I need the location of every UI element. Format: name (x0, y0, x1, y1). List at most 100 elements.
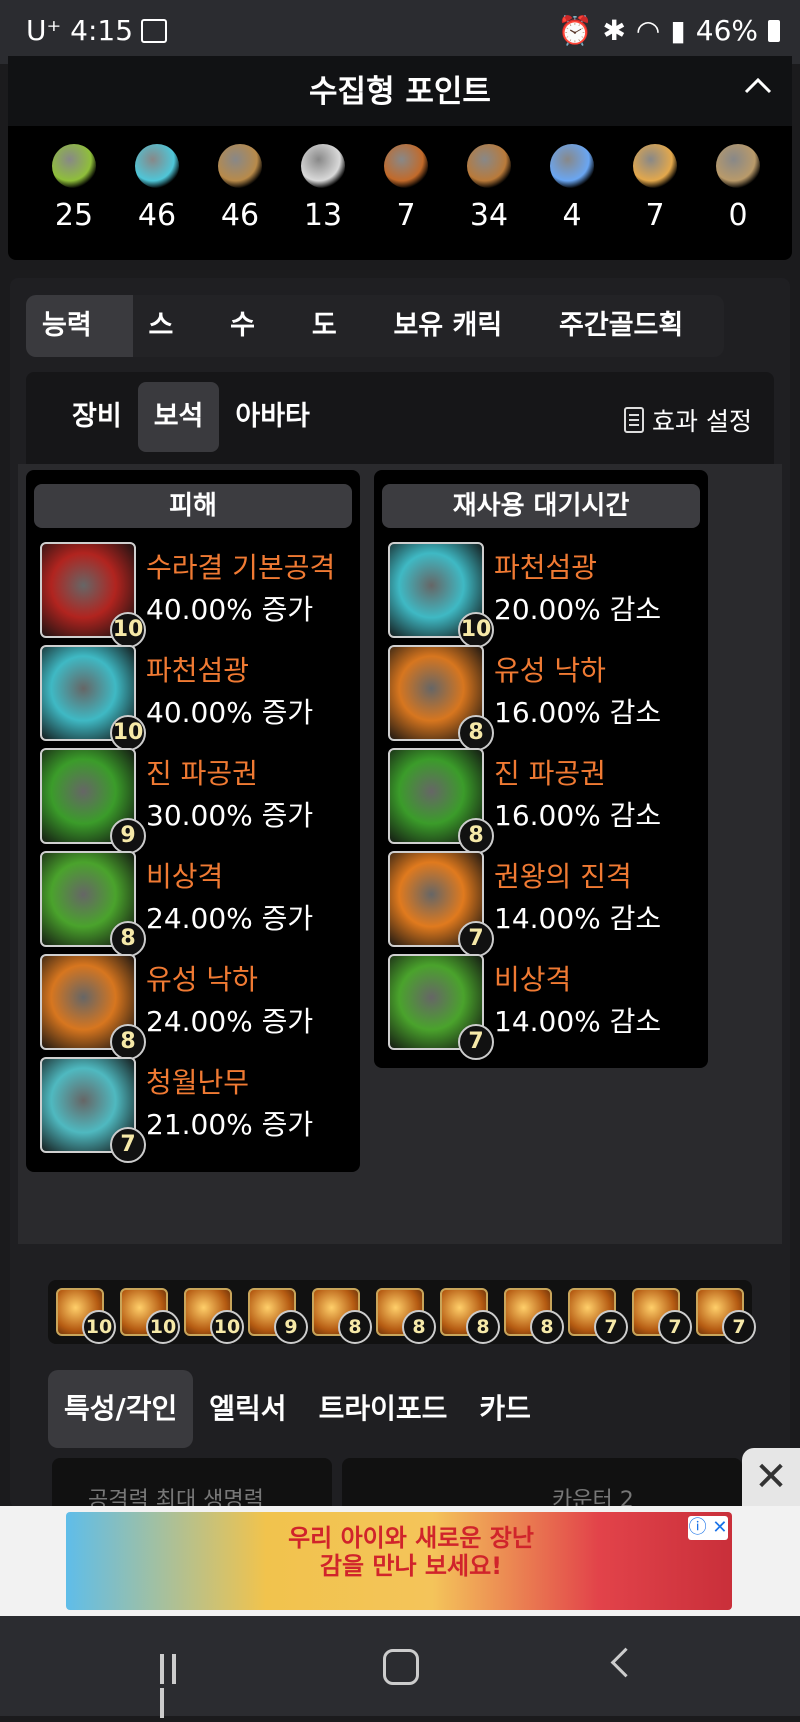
skill-name: 비상격 (146, 860, 224, 893)
status-right: ⏰ ✱ ◠ ▮ 46% (558, 14, 780, 47)
tab-tripod[interactable]: 트라이포드 (303, 1370, 464, 1448)
gem-level-badge: 9 (110, 818, 146, 854)
collectible-item[interactable]: 13 (283, 144, 363, 233)
gem-row[interactable]: 7 비상격 14.00% 감소 (388, 954, 728, 1060)
gem-row[interactable]: 7 권왕의 진격 14.00% 감소 (388, 851, 728, 957)
gem-level-badge: 10 (210, 1310, 244, 1344)
collectible-count: 0 (728, 198, 748, 233)
gem-level-badge: 10 (110, 612, 146, 648)
collect-header[interactable]: 수집형 포인트 (8, 56, 792, 126)
gem-thumbnail[interactable]: 7 (696, 1288, 756, 1344)
tab-avatar[interactable]: 아바타 (219, 382, 326, 452)
gem-effect-value: 14.00% 감소 (494, 1005, 662, 1038)
skill-name: 청월난무 (146, 1066, 250, 1099)
bottom-tabs: 특성/각인 엘릭서 트라이포드 카드 (48, 1370, 547, 1448)
gem-level-badge: 10 (146, 1310, 180, 1344)
skill-gem-icon: 7 (388, 851, 494, 957)
gem-effect-value: 14.00% 감소 (494, 902, 662, 935)
gem-row[interactable]: 8 비상격 24.00% 증가 (40, 851, 380, 957)
gem-level-badge: 7 (594, 1310, 628, 1344)
collectible-item[interactable]: 7 (366, 144, 446, 233)
tab-skill[interactable]: 스킬 (133, 295, 215, 403)
tab-characters[interactable]: 보유 캐릭터 (377, 295, 543, 403)
ad-banner[interactable]: 우리 아이와 새로운 장난감을 만나 보세요! ⓘ ✕ (0, 1506, 800, 1616)
carrier-time: U⁺ 4:15 (26, 14, 134, 47)
gem-row[interactable]: 8진 파공권 16.00% 감소 (388, 748, 728, 854)
collectible-item[interactable]: 46 (117, 144, 197, 233)
gem-effect-value: 30.00% 증가 (146, 799, 314, 832)
gem-thumbnail[interactable]: 10 (120, 1288, 180, 1344)
gem-row[interactable]: 8 유성 낙하 24.00% 증가 (40, 954, 380, 1060)
collectible-item[interactable]: 46 (200, 144, 280, 233)
tab-elixir[interactable]: 엘릭서 (193, 1370, 302, 1448)
tab-equipment[interactable]: 장비 (56, 382, 138, 452)
ad-text: 우리 아이와 새로운 장난감을 만나 보세요! (288, 1524, 534, 1580)
effect-setting-label: 효과 설정 (652, 407, 752, 436)
gem-thumbnail[interactable]: 7 (568, 1288, 628, 1344)
telescope-icon (467, 144, 511, 188)
gem-thumbnail[interactable]: 8 (440, 1288, 500, 1344)
skill-gem-icon: 10 (388, 542, 494, 648)
gem-thumbnail[interactable]: 8 (376, 1288, 436, 1344)
gem-level-badge: 7 (658, 1310, 692, 1344)
ad-info-close-icon[interactable]: ⓘ ✕ (688, 1516, 728, 1540)
gem-row[interactable]: 10 파천섬광 20.00% 감소 (388, 542, 728, 648)
gem-level-badge: 8 (402, 1310, 436, 1344)
recent-apps-icon[interactable] (160, 1654, 192, 1718)
gem-level-badge: 7 (458, 921, 494, 957)
home-icon[interactable] (383, 1649, 419, 1685)
gem-area: 피해 10 수라결 기본공격 40.00% 증가 10 파천섬광 40.00% 증가 9 진 … (18, 464, 782, 1244)
collectible-count: 7 (396, 198, 416, 233)
gem-thumbnail[interactable]: 10 (184, 1288, 244, 1344)
collectible-item[interactable]: 25 (34, 144, 114, 233)
collectible-item[interactable]: 0 (698, 144, 778, 233)
signal-icon: ▮ (670, 14, 686, 47)
image-icon (141, 18, 168, 43)
chevron-up-icon[interactable] (738, 66, 778, 106)
ad-image[interactable]: 우리 아이와 새로운 장난감을 만나 보세요! ⓘ ✕ (66, 1512, 732, 1610)
tab-engraving[interactable]: 특성/각인 (48, 1370, 194, 1448)
back-icon[interactable] (610, 1647, 641, 1678)
gem-thumbnail[interactable]: 8 (312, 1288, 372, 1344)
gem-row[interactable]: 8 유성 낙하 16.00% 감소 (388, 645, 728, 751)
bottom-cards: 공격력 최대 생명력 카운터 2 (52, 1458, 742, 1518)
tab-weekly-gold[interactable]: 주간골드획득 (543, 295, 724, 403)
gem-row[interactable]: 10 수라결 기본공격 40.00% 증가 (40, 542, 380, 648)
tab-card[interactable]: 카드 (463, 1370, 547, 1448)
collectible-count: 25 (54, 198, 94, 233)
gem-thumbnail[interactable]: 9 (248, 1288, 308, 1344)
skill-name: 진 파공권 (494, 757, 606, 790)
skill-name: 진 파공권 (146, 757, 258, 790)
tab-gems[interactable]: 보석 (137, 382, 220, 452)
gem-effect-value: 40.00% 증가 (146, 593, 314, 626)
close-ad-button[interactable]: ✕ (742, 1448, 800, 1506)
collectible-item[interactable]: 4 (532, 144, 612, 233)
gem-thumbnail[interactable]: 8 (504, 1288, 564, 1344)
collectible-count: 7 (645, 198, 665, 233)
gem-strip: 10 10 10 9 8 8 8 8 7 7 7 (48, 1280, 756, 1344)
skill-gem-icon: 8 (40, 851, 146, 957)
effect-setting-button[interactable]: 효과 설정 (624, 402, 752, 438)
collectible-item[interactable]: 7 (615, 144, 695, 233)
gem-row[interactable]: 10 파천섬광 40.00% 증가 (40, 645, 380, 751)
skill-gem-icon: 8 (388, 748, 494, 854)
battery-icon (768, 19, 780, 42)
tab-stats[interactable]: 능력치 (26, 295, 133, 403)
gem-level-badge: 10 (82, 1310, 116, 1344)
gem-effect-value: 24.00% 증가 (146, 902, 314, 935)
gem-row[interactable]: 9진 파공권 30.00% 증가 (40, 748, 380, 854)
skill-name: 파천섬광 (494, 551, 598, 584)
gem-level-badge: 8 (110, 1024, 146, 1060)
collectible-count: 13 (303, 198, 343, 233)
gem-effect-value: 21.00% 증가 (146, 1108, 314, 1141)
gem-thumbnail[interactable]: 7 (632, 1288, 692, 1344)
tab-collect[interactable]: 수집 (214, 295, 296, 403)
collectible-item[interactable]: 34 (449, 144, 529, 233)
tab-chart[interactable]: 도표 (296, 295, 378, 403)
gem-level-badge: 10 (458, 612, 494, 648)
skill-gem-icon: 8 (388, 645, 494, 751)
gem-row[interactable]: 7 청월난무 21.00% 증가 (40, 1057, 380, 1163)
gem-thumbnail[interactable]: 10 (56, 1288, 116, 1344)
collectible-count: 46 (137, 198, 177, 233)
wifi-icon: ◠ (635, 14, 661, 47)
